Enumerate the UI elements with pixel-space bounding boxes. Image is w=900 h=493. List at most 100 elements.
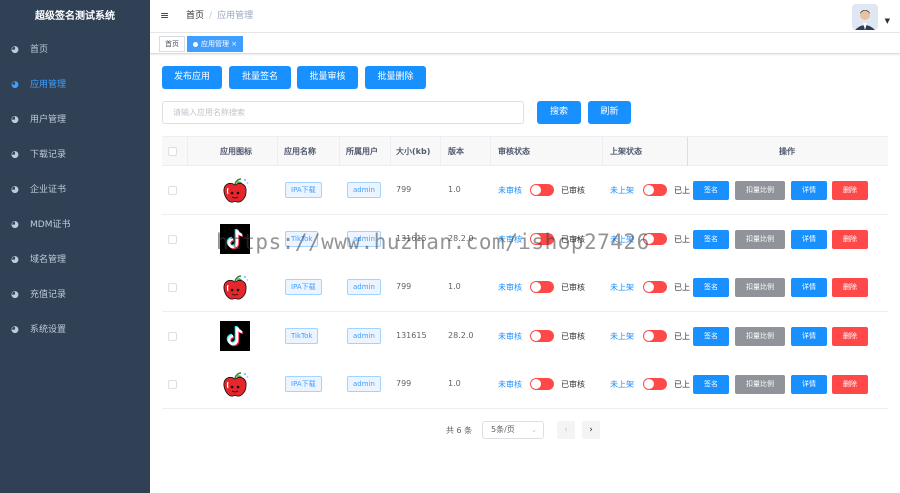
apple-app-icon: [220, 175, 250, 205]
batch-delete-button[interactable]: 批量删除: [365, 66, 426, 89]
review-switch[interactable]: [530, 232, 554, 245]
delete-button[interactable]: 删除: [832, 181, 868, 200]
next-page-button[interactable]: ›: [582, 421, 600, 439]
header-user: 所属用户: [346, 147, 378, 156]
delete-button[interactable]: 删除: [832, 229, 868, 249]
dashboard-icon: ◕: [11, 255, 19, 265]
sidebar: 超级签名测试系统 ◕ 首页 ◕ 应用管理 ◕ 用户管理 ◕ 下载记录 ◕ 企业证书 ◕ MDM证书 ◕ 域…: [0, 0, 150, 493]
row-checkbox[interactable]: [168, 283, 177, 292]
dashboard-icon: ◕: [11, 115, 19, 125]
review-switch[interactable]: [530, 329, 554, 342]
detail-button[interactable]: 详情: [791, 278, 827, 297]
sidebar-item-label: MDM证书: [30, 220, 71, 230]
breadcrumb-separator: /: [209, 11, 213, 21]
shelf-off-label: 未上架: [610, 380, 634, 389]
header: ≡ 首页 / 应用管理 ▼: [150, 0, 900, 33]
detail-button[interactable]: 详情: [791, 326, 827, 346]
shelf-switch[interactable]: [643, 281, 667, 293]
sign-button[interactable]: 签名: [693, 326, 729, 346]
row-checkbox[interactable]: [168, 234, 177, 244]
shelf-switch[interactable]: [643, 232, 667, 245]
delete-button[interactable]: 删除: [832, 278, 868, 297]
publish-app-button[interactable]: 发布应用: [162, 66, 222, 89]
page-size-value: 5条/页: [491, 425, 515, 434]
delete-button[interactable]: 删除: [832, 326, 868, 346]
sidebar-item-label: 域名管理: [30, 255, 67, 265]
row-checkbox[interactable]: [168, 186, 177, 195]
tag-home[interactable]: 首页: [159, 36, 185, 52]
deduct-ratio-button[interactable]: 扣量比例: [735, 326, 785, 346]
shelf-off-label: 未上架: [610, 283, 634, 292]
app-version: 1.0: [448, 379, 461, 388]
tag-app-manage[interactable]: 应用管理 ×: [187, 36, 244, 52]
sidebar-item-0[interactable]: ◕ 首页: [0, 33, 150, 68]
review-switch[interactable]: [530, 281, 554, 293]
dashboard-icon: ◕: [11, 45, 19, 55]
shelf-on-label: 已上: [674, 283, 690, 292]
header-review: 审核状态: [498, 147, 530, 156]
app-title: 超级签名测试系统: [35, 11, 115, 22]
breadcrumb-home[interactable]: 首页: [186, 11, 204, 21]
shelf-on-label: 已上: [674, 234, 690, 244]
app-size: 799: [396, 185, 412, 194]
shelf-switch[interactable]: [643, 329, 667, 342]
select-all-checkbox[interactable]: [168, 147, 177, 156]
hamburger-icon[interactable]: ≡: [160, 10, 172, 21]
review-off-label: 未审核: [498, 234, 522, 244]
apple-icon: [220, 369, 250, 399]
sidebar-item-4[interactable]: ◕ 企业证书: [0, 173, 150, 208]
deduct-ratio-button[interactable]: 扣量比例: [735, 278, 785, 297]
app-size: 131615: [396, 330, 427, 340]
search-input[interactable]: [162, 101, 524, 124]
deduct-ratio-button[interactable]: 扣量比例: [735, 229, 785, 249]
detail-button[interactable]: 详情: [791, 229, 827, 249]
sidebar-menu: ◕ 首页 ◕ 应用管理 ◕ 用户管理 ◕ 下载记录 ◕ 企业证书 ◕ MDM证书 ◕ 域名管理 ◕ 充值记录 ◕…: [0, 33, 150, 348]
sidebar-item-1[interactable]: ◕ 应用管理: [0, 68, 150, 103]
sidebar-item-6[interactable]: ◕ 域名管理: [0, 243, 150, 278]
review-off-label: 未审核: [498, 331, 522, 341]
sign-button[interactable]: 签名: [693, 375, 729, 394]
batch-sign-button[interactable]: 批量签名: [229, 66, 291, 89]
table-row: IPA下载 admin 799 1.0 未审核 已审核 未上架 已上 签名 扣量比例 详情 删除: [162, 360, 888, 409]
shelf-switch[interactable]: [643, 378, 667, 390]
deduct-ratio-button[interactable]: 扣量比例: [735, 375, 785, 394]
sidebar-item-5[interactable]: ◕ MDM证书: [0, 208, 150, 243]
row-checkbox[interactable]: [168, 380, 177, 389]
close-icon[interactable]: ×: [231, 40, 237, 48]
delete-button[interactable]: 删除: [832, 375, 868, 394]
page-size-select[interactable]: 5条/页 ⌄: [482, 421, 544, 439]
app-name-tag: TikTok: [285, 327, 319, 344]
review-switch[interactable]: [530, 184, 554, 196]
app-name-tag: IPA下载: [285, 279, 322, 295]
shelf-switch[interactable]: [643, 184, 667, 196]
detail-button[interactable]: 详情: [791, 181, 827, 200]
sign-button[interactable]: 签名: [693, 229, 729, 249]
app-user-tag: admin: [347, 182, 381, 198]
row-checkbox[interactable]: [168, 331, 177, 341]
shelf-on-label: 已上: [674, 186, 690, 195]
sidebar-item-2[interactable]: ◕ 用户管理: [0, 103, 150, 138]
caret-down-icon[interactable]: ▼: [885, 17, 890, 25]
table-row: IPA下载 admin 799 1.0 未审核 已审核 未上架 已上 签名 扣量比例 详情 删除: [162, 166, 888, 215]
sign-button[interactable]: 签名: [693, 278, 729, 297]
search-button[interactable]: 搜索: [537, 101, 581, 124]
app-user-tag: admin: [347, 230, 381, 247]
review-switch[interactable]: [530, 378, 554, 390]
deduct-ratio-button[interactable]: 扣量比例: [735, 181, 785, 200]
sidebar-item-label: 系统设置: [30, 325, 67, 335]
breadcrumb: 首页 / 应用管理: [186, 0, 253, 33]
review-off-label: 未审核: [498, 283, 522, 292]
app-size: 131615: [396, 233, 427, 243]
app-version: 28.2.0: [448, 233, 474, 243]
refresh-button[interactable]: 刷新: [588, 101, 631, 124]
breadcrumb-current: 应用管理: [217, 11, 254, 21]
sidebar-item-7[interactable]: ◕ 充值记录: [0, 278, 150, 313]
sign-button[interactable]: 签名: [693, 181, 729, 200]
sidebar-item-3[interactable]: ◕ 下载记录: [0, 138, 150, 173]
batch-review-button[interactable]: 批量审核: [297, 66, 358, 89]
sidebar-item-label: 应用管理: [30, 80, 67, 90]
avatar[interactable]: [852, 4, 878, 30]
sidebar-item-8[interactable]: ◕ 系统设置: [0, 313, 150, 348]
prev-page-button[interactable]: ‹: [557, 421, 575, 439]
detail-button[interactable]: 详情: [791, 375, 827, 394]
